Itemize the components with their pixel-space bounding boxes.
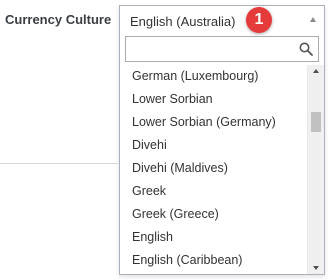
option-item[interactable]: English (Caribbean)	[120, 249, 306, 272]
options-list: German (Luxembourg) Lower Sorbian Lower …	[120, 65, 306, 274]
search-input[interactable]	[126, 37, 296, 61]
option-item[interactable]: Greek	[120, 180, 306, 203]
currency-culture-dropdown[interactable]: English (Australia) 1 German (Luxembourg…	[119, 5, 325, 275]
option-item[interactable]: English	[120, 226, 306, 249]
scroll-thumb[interactable]	[311, 112, 321, 132]
step-badge: 1	[246, 7, 272, 33]
chevron-up-icon[interactable]	[313, 69, 319, 73]
divider	[0, 163, 118, 164]
search-box[interactable]	[125, 36, 319, 62]
option-item[interactable]: Divehi	[120, 134, 306, 157]
select-header[interactable]: English (Australia) 1	[120, 6, 324, 36]
chevron-down-icon[interactable]	[313, 266, 319, 270]
selected-value: English (Australia)	[130, 14, 236, 29]
option-item[interactable]: Divehi (Maldives)	[120, 157, 306, 180]
currency-culture-form: Currency Culture English (Australia) 1 G…	[0, 0, 330, 280]
caret-up-icon[interactable]	[310, 17, 316, 22]
scrollbar[interactable]	[307, 65, 324, 274]
search-icon	[299, 42, 313, 56]
option-item[interactable]: German (Luxembourg)	[120, 65, 306, 88]
option-item[interactable]: Lower Sorbian (Germany)	[120, 111, 306, 134]
option-item[interactable]: Lower Sorbian	[120, 88, 306, 111]
option-item[interactable]: Greek (Greece)	[120, 203, 306, 226]
currency-culture-label: Currency Culture	[5, 12, 112, 27]
